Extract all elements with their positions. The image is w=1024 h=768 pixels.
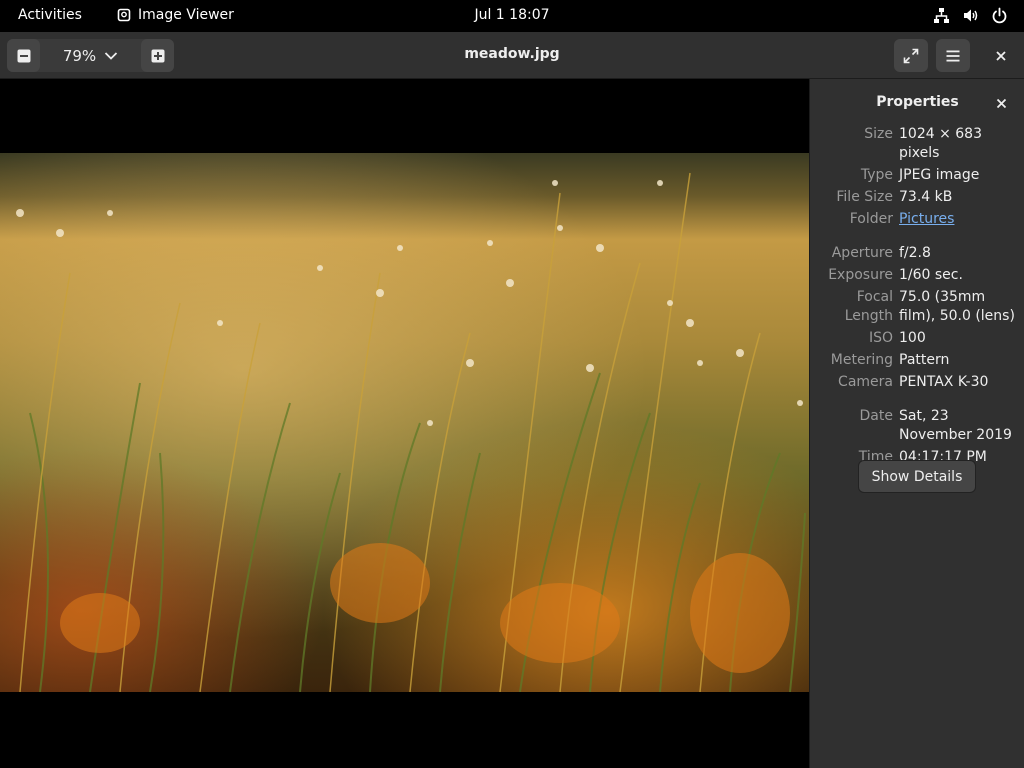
property-key: Size [864,126,893,142]
property-value: 100 [899,330,926,346]
properties-close-button[interactable] [993,95,1009,111]
system-tray[interactable] [933,7,1008,24]
fullscreen-button[interactable] [894,39,928,72]
app-name: Image Viewer [138,7,234,23]
property-value: PENTAX K-30 [899,374,989,390]
folder-link[interactable]: Pictures [899,211,954,227]
property-row-iso: ISO 100 [810,329,1024,348]
property-value: JPEG image [899,167,980,183]
property-value: 1/60 sec. [899,267,963,283]
zoom-out-button[interactable] [7,39,40,72]
zoom-out-icon [17,49,30,62]
property-key: Date [859,408,893,424]
zoom-level-value: 79% [62,46,97,65]
system-top-bar: Activities Image Viewer Jul 1 18:07 [0,0,1024,32]
property-row-type: Type JPEG image [810,166,1024,185]
property-key: Type [860,167,893,183]
property-key: ISO [868,330,893,346]
property-value: 73.4 kB [899,189,953,205]
property-row-date: Date Sat, 23 November 2019 [810,407,1024,445]
property-key: Focal Length [844,289,893,324]
properties-panel: Properties Size 1024 × 683 pixels Type J… [809,79,1024,768]
property-row-focal-length: Focal Length 75.0 (35mm film), 50.0 (len… [810,288,1024,326]
property-key: Metering [830,352,893,368]
property-key: Folder [849,211,893,227]
show-details-button[interactable]: Show Details [858,460,976,493]
properties-list: Size 1024 × 683 pixels Type JPEG image F… [810,125,1024,470]
property-key: Camera [838,374,893,390]
property-row-exposure: Exposure 1/60 sec. [810,266,1024,285]
property-row-camera: Camera PENTAX K-30 [810,373,1024,392]
volume-icon[interactable] [962,7,979,24]
property-value: Pattern [899,352,950,368]
property-row-aperture: Aperture f/2.8 [810,244,1024,263]
image-canvas[interactable] [0,79,809,768]
property-value: 75.0 (35mm film), 50.0 (lens) [899,289,1015,324]
hamburger-menu-icon [946,50,960,61]
close-icon [996,50,1006,61]
activities-button[interactable]: Activities [18,7,82,23]
property-row-folder: Folder Pictures [810,210,1024,229]
close-icon [996,98,1006,108]
property-value: Sat, 23 November 2019 [899,408,1012,443]
meadow-image [0,153,809,692]
fullscreen-icon [903,48,919,63]
network-icon[interactable] [933,7,950,24]
window-close-button[interactable] [984,39,1018,72]
property-row-file-size: File Size 73.4 kB [810,188,1024,207]
zoom-level-dropdown[interactable]: 79% [40,47,141,65]
app-menu[interactable]: Image Viewer [117,7,234,23]
image-viewer-app-icon [117,8,131,22]
property-row-size: Size 1024 × 683 pixels [810,125,1024,163]
property-key: File Size [836,189,893,205]
property-key: Aperture [831,245,893,261]
power-icon[interactable] [991,7,1008,24]
clock[interactable]: Jul 1 18:07 [474,7,549,23]
chevron-down-icon [105,51,118,60]
zoom-control: 79% [7,39,174,72]
property-value: 1024 × 683 pixels [899,126,982,161]
main-menu-button[interactable] [936,39,970,72]
property-key: Exposure [828,267,893,283]
meadow-photo [0,153,809,692]
properties-title: Properties [876,94,959,110]
zoom-in-button[interactable] [141,39,174,72]
property-value: f/2.8 [899,245,931,261]
property-row-metering: Metering Pattern [810,351,1024,370]
window-title: meadow.jpg [464,46,560,62]
zoom-in-icon [151,49,164,62]
